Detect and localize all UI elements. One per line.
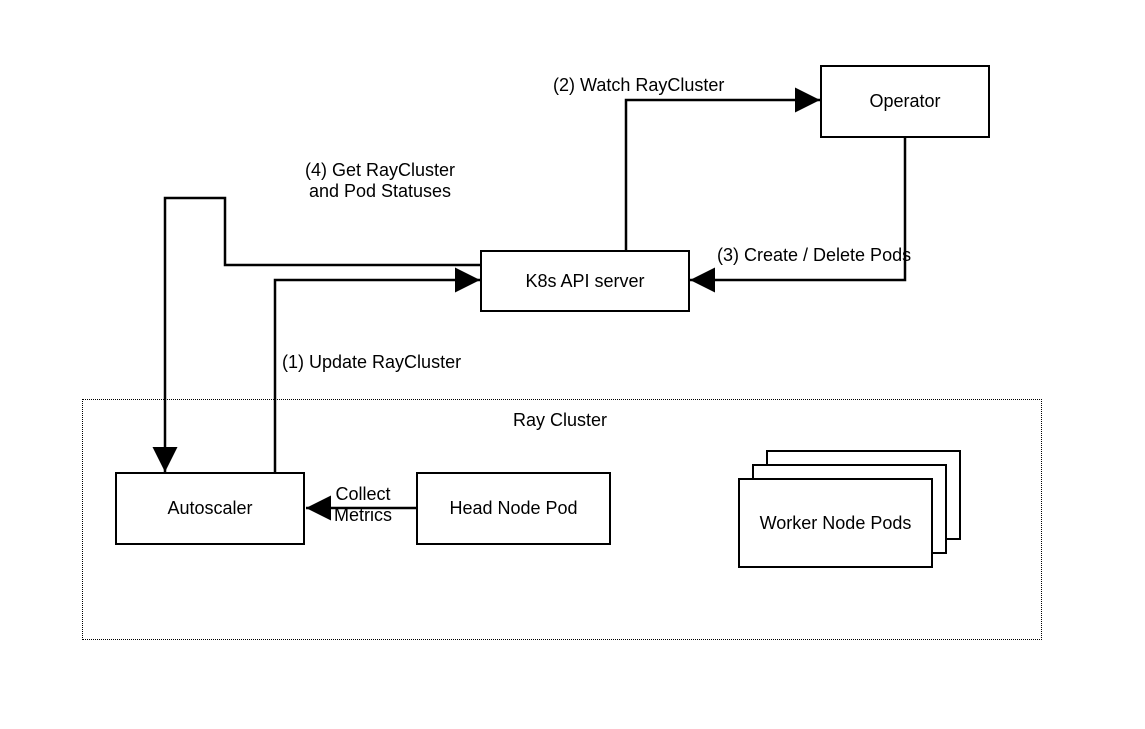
edge-watch-raycluster: (2) Watch RayCluster bbox=[553, 75, 803, 96]
worker-nodes-box: Worker Node Pods bbox=[738, 478, 933, 568]
worker-nodes-label: Worker Node Pods bbox=[760, 513, 912, 534]
edge-create-delete-pods: (3) Create / Delete Pods bbox=[717, 245, 977, 266]
ray-cluster-title: Ray Cluster bbox=[460, 410, 660, 431]
autoscaler-label: Autoscaler bbox=[167, 498, 252, 519]
edge-get-status: (4) Get RayCluster and Pod Statuses bbox=[270, 160, 490, 202]
autoscaler-box: Autoscaler bbox=[115, 472, 305, 545]
head-node-label: Head Node Pod bbox=[449, 498, 577, 519]
edge-collect-metrics: Collect Metrics bbox=[318, 484, 408, 526]
edge-update-raycluster: (1) Update RayCluster bbox=[282, 352, 502, 373]
operator-box: Operator bbox=[820, 65, 990, 138]
k8s-api-label: K8s API server bbox=[525, 271, 644, 292]
k8s-api-box: K8s API server bbox=[480, 250, 690, 312]
head-node-box: Head Node Pod bbox=[416, 472, 611, 545]
operator-label: Operator bbox=[869, 91, 940, 112]
